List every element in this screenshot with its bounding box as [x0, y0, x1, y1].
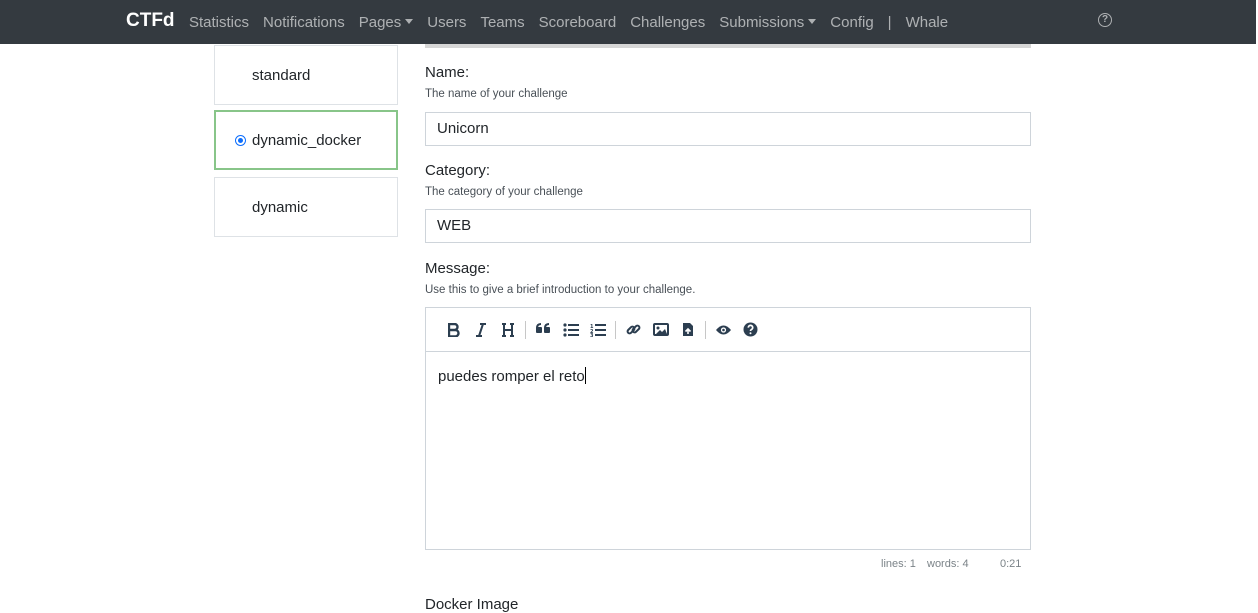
nav-pages-dropdown[interactable]: Pages [352, 14, 421, 31]
challenge-type-label: dynamic [252, 198, 308, 216]
challenge-type-label: standard [252, 66, 311, 84]
category-input[interactable]: WEB [425, 209, 1031, 243]
heading-icon[interactable] [494, 317, 521, 343]
help-icon[interactable] [737, 317, 764, 343]
challenge-type-dynamic-docker[interactable]: dynamic_docker [214, 110, 398, 170]
italic-icon[interactable] [467, 317, 494, 343]
nav-statistics[interactable]: Statistics [182, 14, 256, 31]
nav-submissions-label: Submissions [719, 13, 805, 31]
nav-teams[interactable]: Teams [473, 14, 531, 31]
brand-logo[interactable]: CTFd [126, 10, 175, 32]
image-icon[interactable] [647, 317, 674, 343]
status-words: words: 4 [927, 558, 969, 570]
challenge-type-dynamic[interactable]: dynamic [214, 177, 398, 237]
markdown-editor: 123 puedes romper el reto [425, 307, 1031, 550]
unordered-list-icon[interactable] [557, 317, 584, 343]
link-icon[interactable] [620, 317, 647, 343]
nav-challenges[interactable]: Challenges [623, 14, 712, 31]
nav-submissions-dropdown[interactable]: Submissions [712, 14, 823, 31]
nav-whale[interactable]: Whale [899, 14, 956, 31]
challenge-type-standard[interactable]: standard [214, 45, 398, 105]
radio-selected-icon[interactable] [235, 135, 246, 146]
name-label: Name: [425, 64, 470, 81]
svg-text:3: 3 [590, 333, 594, 337]
caret-down-icon [405, 18, 414, 24]
toolbar-divider [615, 320, 616, 339]
docker-image-label: Docker Image [425, 596, 519, 613]
message-help: Use this to give a brief introduction to… [425, 284, 696, 296]
editor-toolbar: 123 [426, 308, 1030, 352]
help-circle-icon[interactable]: ? [1098, 13, 1112, 27]
name-input[interactable]: Unicorn [425, 112, 1031, 146]
nav-scoreboard[interactable]: Scoreboard [532, 14, 624, 31]
header-divider [425, 44, 1031, 48]
nav-menu: Statistics Notifications Pages Users Tea… [182, 0, 955, 44]
nav-separator: | [887, 13, 892, 31]
message-text: puedes romper el reto [438, 368, 585, 385]
name-help: The name of your challenge [425, 88, 568, 100]
status-time: 0:21 [1000, 558, 1022, 570]
bold-icon[interactable] [440, 317, 467, 343]
text-cursor [584, 367, 586, 384]
ordered-list-icon[interactable]: 123 [584, 317, 611, 343]
toolbar-divider [525, 320, 526, 339]
upload-file-icon[interactable] [674, 317, 701, 343]
category-label: Category: [425, 162, 491, 179]
message-label: Message: [425, 260, 491, 277]
top-navbar: CTFd Statistics Notifications Pages User… [0, 0, 1256, 44]
preview-icon[interactable] [710, 317, 737, 343]
caret-down-icon [808, 18, 817, 24]
nav-users[interactable]: Users [420, 14, 473, 31]
editor-content[interactable]: puedes romper el reto [426, 352, 1030, 400]
status-lines: lines: 1 [881, 558, 916, 570]
quote-icon[interactable] [530, 317, 557, 343]
toolbar-divider [705, 320, 706, 339]
nav-config[interactable]: Config [823, 14, 880, 31]
nav-notifications[interactable]: Notifications [256, 14, 352, 31]
nav-pages-label: Pages [358, 13, 402, 31]
category-help: The category of your challenge [425, 186, 583, 198]
challenge-type-label: dynamic_docker [252, 131, 362, 149]
